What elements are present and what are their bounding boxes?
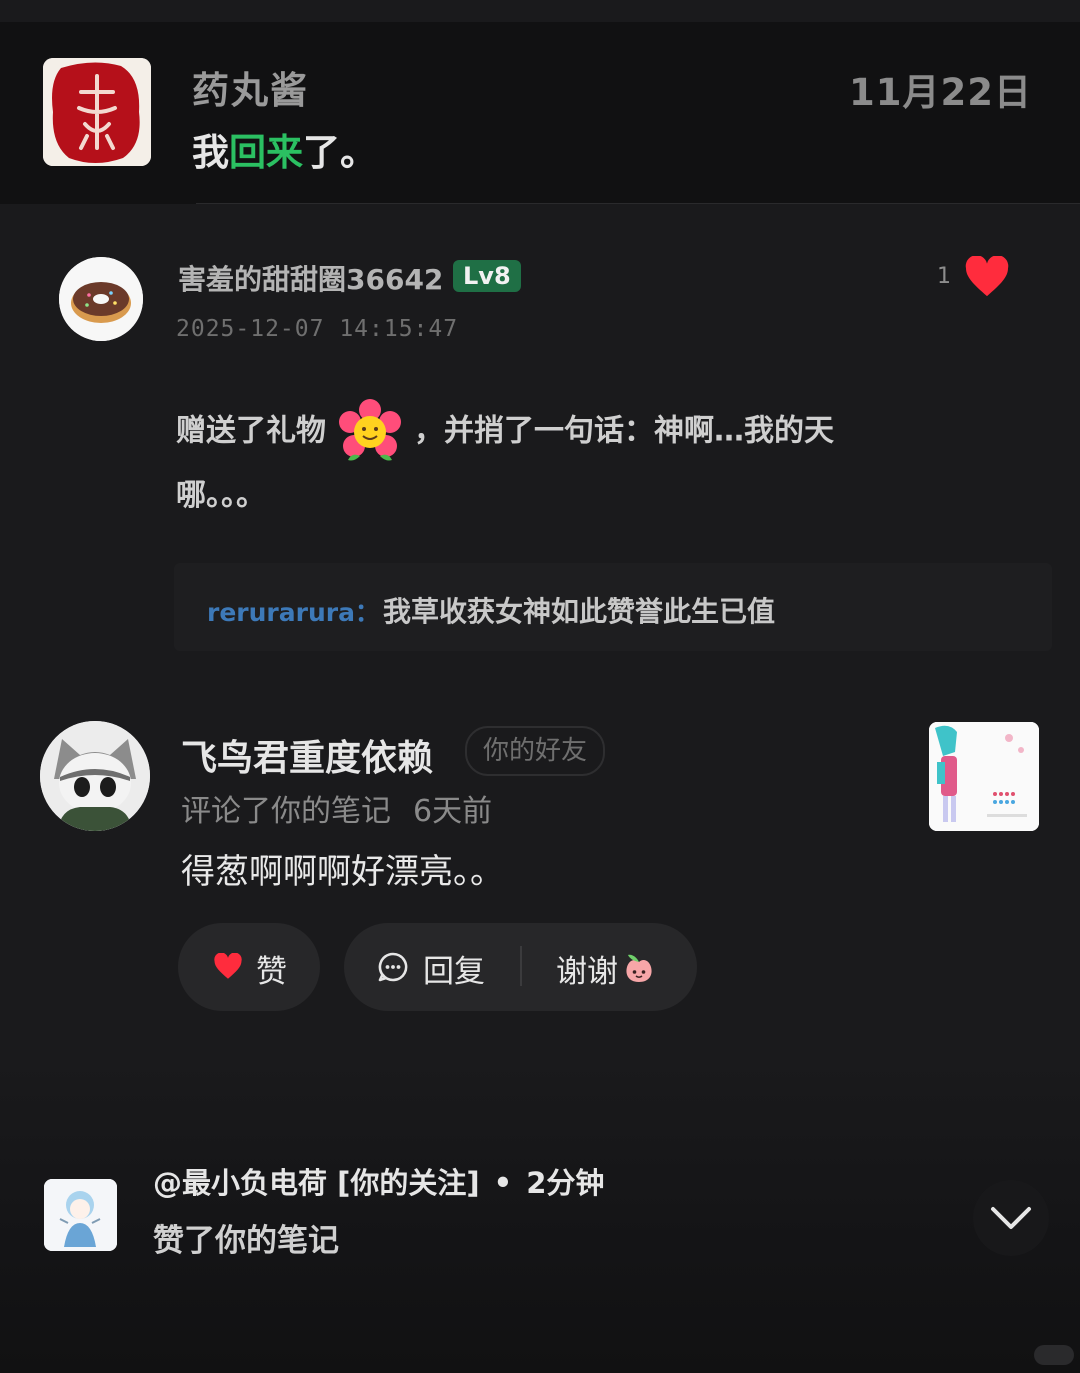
donut-avatar-image bbox=[59, 257, 143, 341]
note-thumbnail-image bbox=[929, 722, 1039, 831]
divider bbox=[520, 946, 522, 986]
commenter-name[interactable]: 害羞的甜甜圈36642 bbox=[178, 258, 443, 298]
liker-name[interactable]: @最小负电荷 bbox=[153, 1166, 327, 1200]
small-avatar-image bbox=[44, 1179, 117, 1251]
avatar[interactable] bbox=[40, 721, 150, 831]
comment-bubble-icon[interactable] bbox=[377, 951, 409, 983]
flower-gift-icon bbox=[336, 398, 404, 466]
reply-button[interactable]: 回复 bbox=[423, 946, 485, 991]
friend-badge: 你的好友 bbox=[465, 726, 606, 776]
message-highlight: 回来 bbox=[229, 131, 303, 174]
gift-text-before: 赠送了礼物 bbox=[176, 413, 326, 449]
avatar[interactable] bbox=[59, 257, 143, 341]
message-prefix: 我 bbox=[192, 131, 229, 174]
watermark bbox=[1034, 1345, 1074, 1365]
conversation-date: 11月22日 bbox=[849, 71, 1032, 114]
like-button-label[interactable]: 赞 bbox=[256, 946, 287, 991]
comment-timestamp: 2025-12-07 14:15:47 bbox=[176, 316, 459, 342]
notification-time: 6天前 bbox=[413, 794, 493, 829]
separator-dot: • bbox=[493, 1166, 513, 1200]
like-notification-banner[interactable] bbox=[0, 1055, 1080, 1373]
like-count: 1 bbox=[937, 264, 951, 289]
message-suffix: 了。 bbox=[303, 131, 377, 174]
comment-text: 得葱啊啊啊好漂亮。。 bbox=[181, 852, 504, 892]
quoted-username[interactable]: rerurarura： bbox=[207, 593, 380, 629]
notification-title: @最小负电荷 [你的关注] • 2分钟 bbox=[153, 1160, 604, 1202]
gift-message-line2: 哪。。。 bbox=[176, 478, 266, 513]
thanks-button[interactable]: 谢谢 bbox=[556, 946, 618, 991]
like-button[interactable] bbox=[178, 923, 320, 1011]
divider bbox=[196, 203, 1080, 204]
chevron-down-icon[interactable] bbox=[973, 1180, 1049, 1256]
gift-text-after: ，并捎了一句话：神啊…我的天 bbox=[414, 413, 834, 449]
conversation-name: 药丸酱 bbox=[192, 69, 309, 112]
collapse-button[interactable] bbox=[973, 1180, 1049, 1256]
level-badge: Lv8 bbox=[453, 260, 521, 292]
heart-icon[interactable] bbox=[213, 952, 243, 980]
last-message: 我回来了。 bbox=[192, 122, 377, 176]
quoted-text: 我草收获女神如此赞誉此生已值 bbox=[383, 595, 776, 628]
heart-icon[interactable] bbox=[964, 255, 1010, 298]
follow-tag: [你的关注] bbox=[337, 1166, 480, 1200]
peach-icon[interactable] bbox=[622, 950, 656, 984]
notification-action: 评论了你的笔记 bbox=[181, 794, 391, 829]
avatar[interactable] bbox=[44, 1179, 117, 1251]
notification-meta: 评论了你的笔记 6天前 bbox=[181, 786, 492, 830]
anime-avatar-image bbox=[40, 721, 150, 831]
commenter-name[interactable]: 飞鸟君重度依赖 bbox=[181, 729, 433, 781]
gift-message-line1: 赠送了礼物 ，并捎了一句话：神啊…我的天 bbox=[176, 398, 834, 466]
note-thumbnail[interactable] bbox=[929, 722, 1039, 831]
seal-avatar-image bbox=[43, 58, 151, 166]
avatar[interactable] bbox=[43, 58, 151, 166]
notification-action: 赞了你的笔记 bbox=[153, 1223, 339, 1259]
notification-time: 2分钟 bbox=[526, 1166, 605, 1200]
